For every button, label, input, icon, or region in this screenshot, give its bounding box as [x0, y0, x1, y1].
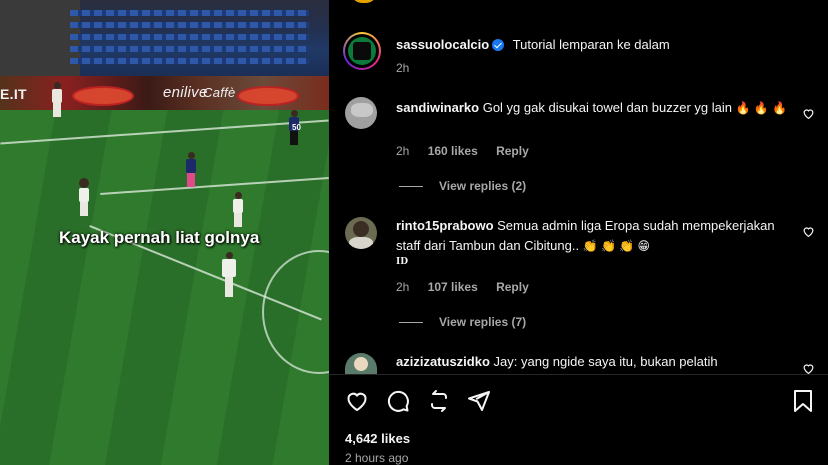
video-caption-overlay: Kayak pernah liat golnya — [59, 228, 260, 247]
comment-avatar[interactable] — [345, 217, 377, 249]
view-replies-label: View replies (7) — [439, 315, 527, 329]
comment-username[interactable]: sandiwinarko — [396, 100, 479, 115]
clap-emoji: 👏 👏 👏 😁 — [582, 239, 651, 253]
player-white — [222, 252, 236, 297]
like-comment-icon[interactable] — [802, 107, 815, 120]
advertising-board: E.IT enilive Caffè — [0, 76, 329, 110]
comment-text: Gol yg gak disukai towel dan buzzer yg l… — [482, 100, 733, 115]
player-throw-in — [52, 82, 62, 117]
comment-time: 2h — [396, 144, 410, 158]
share-icon[interactable] — [427, 389, 451, 413]
comment-icon[interactable] — [386, 389, 410, 413]
comment-username[interactable]: azizizatuszidko — [396, 354, 490, 369]
comment-text: Jay: yang ngide saya itu, bukan pelatih — [493, 354, 718, 369]
heart-icon[interactable] — [345, 389, 369, 413]
comment-meta: 2h 160 likes Reply — [396, 144, 544, 158]
post-author-username[interactable]: sassuolocalcio — [396, 37, 489, 52]
likes-count[interactable]: 4,642 likes — [345, 431, 410, 446]
like-comment-icon[interactable] — [802, 225, 815, 238]
post-timestamp: 2 hours ago — [345, 451, 409, 465]
stadium-stands — [0, 0, 329, 82]
ad-text-enilive: enilive — [163, 84, 208, 101]
comment-avatar[interactable] — [345, 353, 377, 375]
ad-text-script: Caffè — [203, 85, 236, 100]
player-number: 50 — [292, 123, 301, 132]
verified-icon — [492, 39, 505, 51]
player-opponent-pink — [186, 152, 196, 187]
ad-text-left: E.IT — [0, 86, 27, 102]
view-replies-button[interactable]: View replies (7) — [399, 315, 526, 329]
view-replies-label: View replies (2) — [439, 179, 527, 193]
comment-item: rinto15prabowo Semua admin liga Eropa su… — [396, 216, 801, 267]
avatar[interactable] — [351, 0, 377, 3]
post-author-avatar[interactable] — [343, 32, 381, 70]
divider — [329, 374, 828, 375]
reply-button[interactable]: Reply — [496, 280, 529, 294]
post-caption-text: Tutorial lemparan ke dalam — [512, 37, 670, 52]
player-white — [233, 192, 243, 227]
football-pitch — [0, 110, 329, 465]
send-icon[interactable] — [467, 389, 491, 413]
video-frame[interactable]: E.IT enilive Caffè 50 Kayak pernah liat … — [0, 0, 329, 465]
comment-avatar[interactable] — [345, 97, 377, 129]
player-white — [79, 178, 89, 216]
comments-panel: sassuolocalcio Tutorial lemparan ke dala… — [329, 0, 828, 465]
view-replies-button[interactable]: View replies (2) — [399, 179, 526, 193]
reply-button[interactable]: Reply — [496, 144, 529, 158]
comment-likes[interactable]: 160 likes — [428, 144, 478, 158]
comment-meta: 2h 107 likes Reply — [396, 280, 544, 294]
comment-likes[interactable]: 107 likes — [428, 280, 478, 294]
post-caption: sassuolocalcio Tutorial lemparan ke dala… — [396, 35, 801, 55]
comment-item: sandiwinarko Gol yg gak disukai towel da… — [396, 98, 801, 118]
post-time: 2h — [396, 61, 410, 75]
comment-item: azizizatuszidko Jay: yang ngide saya itu… — [396, 352, 801, 372]
fire-emoji: 🔥 🔥 🔥 — [735, 101, 788, 115]
country-badge: ID — [396, 257, 409, 267]
comment-username[interactable]: rinto15prabowo — [396, 218, 494, 233]
comment-time: 2h — [396, 280, 410, 294]
bookmark-icon[interactable] — [792, 389, 814, 413]
